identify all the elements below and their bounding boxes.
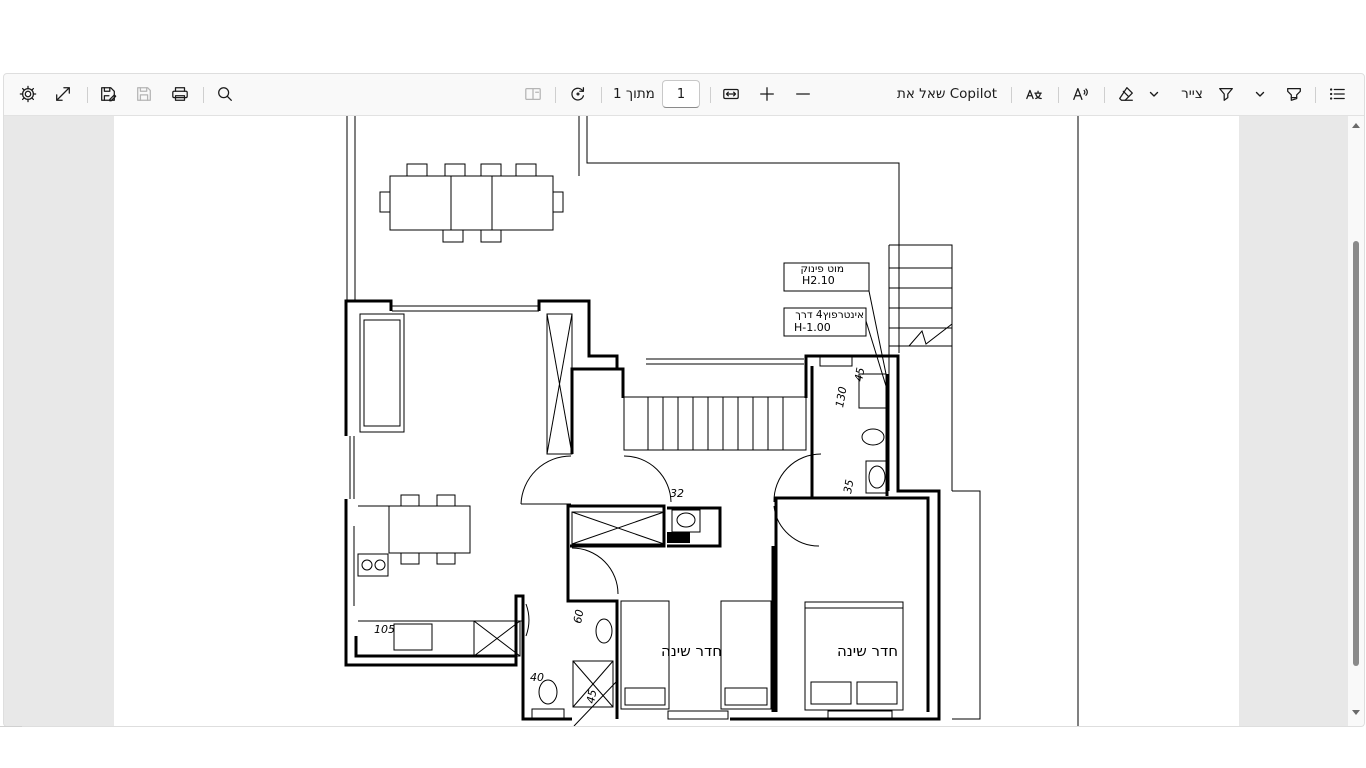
draw-label: צייר [1181,86,1203,102]
expand-icon [56,87,70,101]
zoom-in-button[interactable] [754,81,780,107]
rotate-icon [571,87,585,101]
minus-icon [796,93,810,95]
fullscreen-button[interactable] [50,81,76,107]
read-aloud-icon [1073,87,1088,101]
vertical-scrollbar[interactable] [1348,116,1364,726]
contents-button[interactable] [1324,81,1350,107]
scrollbar-thumb[interactable] [1353,241,1359,666]
save-as-icon [101,87,117,102]
dimension-40: 40 [530,671,544,684]
room-label-bedroom-2: חדר שינה [837,642,898,660]
window-top-area [0,0,1366,73]
note-2-line-2: H-1.00 [794,321,831,334]
dimension-105: 105 [374,623,395,636]
search-button[interactable] [212,81,238,107]
dimension-60: 60 [571,608,586,624]
zoom-out-button[interactable] [790,81,816,107]
page-number-input[interactable] [662,80,700,108]
translate-button[interactable] [1021,81,1047,107]
rotate-button[interactable] [565,81,591,107]
draw-button[interactable] [1213,81,1239,107]
window-edge-mark [0,726,22,727]
highlighter-icon [1287,87,1301,101]
save-icon [137,87,151,101]
dimension-35: 35 [841,478,856,494]
toolbar-separator [1104,87,1105,103]
toolbar-separator [1315,87,1316,103]
toolbar-separator [87,87,88,103]
contents-list-icon [1329,88,1345,100]
toolbar-separator [1011,87,1012,103]
chevron-down-icon [1149,91,1159,97]
read-aloud-button[interactable] [1068,81,1094,107]
scroll-up-arrow-icon[interactable] [1352,123,1360,128]
eraser-icon [1119,87,1133,101]
note-2-line-1: אינטרפוץ4 דרך [795,309,864,321]
fit-width-button[interactable] [718,81,744,107]
print-button[interactable] [167,81,193,107]
dimension-45-top: 45 [852,366,867,382]
scroll-down-arrow-icon[interactable] [1352,710,1360,715]
erase-dropdown[interactable] [1146,81,1162,107]
pen-icon [1219,87,1233,101]
toolbar-separator [601,87,602,103]
gear-icon [19,85,37,103]
toolbar-separator [555,87,556,103]
printer-icon [172,87,188,101]
page-count-label: מתוך 1 [613,86,655,102]
document-area[interactable]: מוט פינוק H2.10 אינטרפוץ4 דרך H-1.00 חדר… [4,116,1348,726]
page-view-icon [525,87,541,101]
page-view-button[interactable] [520,81,546,107]
note-1-line-2: H2.10 [802,274,835,287]
toolbar-separator [710,87,711,103]
draw-dropdown[interactable] [1252,81,1268,107]
toolbar: מתוך 1 שאל את Copilot צייר [4,74,1364,116]
copilot-button[interactable]: שאל את Copilot [892,81,1002,107]
highlight-button[interactable] [1281,81,1307,107]
settings-button[interactable] [15,81,41,107]
toolbar-separator [1058,87,1059,103]
pdf-viewer: מתוך 1 שאל את Copilot צייר [3,73,1365,727]
search-icon [218,87,232,101]
plus-icon [760,87,774,101]
dimension-130: 130 [833,386,849,409]
save-as-button[interactable] [95,81,121,107]
copilot-label: שאל את Copilot [896,86,998,102]
chevron-down-icon [1255,91,1265,97]
save-button[interactable] [131,81,157,107]
translate-icon [1026,89,1042,100]
draw-label-button[interactable]: צייר [1176,81,1208,107]
fit-width-icon [723,88,739,100]
dimension-32: 32 [670,487,684,500]
dimension-45-bottom: 45 [584,688,599,704]
pdf-page: מוט פינוק H2.10 אינטרפוץ4 דרך H-1.00 חדר… [114,116,1239,726]
floor-plan-drawing: מוט פינוק H2.10 אינטרפוץ4 דרך H-1.00 חדר… [344,116,1079,726]
room-label-bedroom-1: חדר שינה [661,642,722,660]
toolbar-separator [203,87,204,103]
erase-button[interactable] [1113,81,1139,107]
